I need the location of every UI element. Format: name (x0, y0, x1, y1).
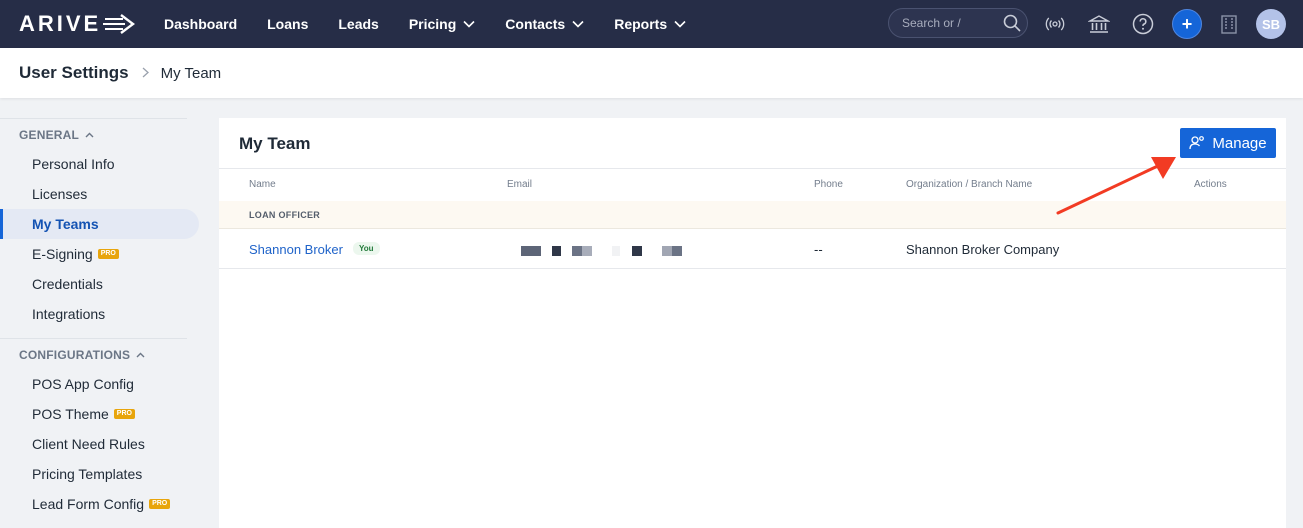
plus-icon: + (1181, 13, 1193, 34)
sidebar-item-label: Lead Form Config (32, 496, 145, 512)
sidebar-item-credentials[interactable]: Credentials (0, 269, 199, 299)
broadcast-icon[interactable] (1043, 12, 1067, 36)
breadcrumb-separator (142, 66, 149, 81)
global-search[interactable] (888, 8, 1028, 38)
breadcrumb-root[interactable]: User Settings (19, 63, 129, 83)
redacted-email (521, 246, 682, 256)
manage-button[interactable]: Manage (1180, 128, 1276, 158)
you-badge: You (353, 242, 380, 255)
user-avatar[interactable]: SB (1256, 9, 1286, 39)
column-header-organization[interactable]: Organization / Branch Name (906, 179, 1032, 190)
member-phone: -- (814, 242, 823, 257)
nav-leads-label: Leads (338, 16, 379, 32)
logo-text: ARIVE (19, 11, 102, 36)
sidebar-item-client-need-rules[interactable]: Client Need Rules (0, 429, 199, 459)
section-configurations-label: CONFIGURATIONS (19, 348, 131, 362)
sidebar-item-label: Client Need Rules (32, 436, 145, 452)
sidebar-item-label: POS Theme (32, 406, 109, 422)
breadcrumb-current: My Team (160, 64, 222, 82)
section-general-toggle[interactable]: GENERAL (19, 128, 94, 142)
column-header-name[interactable]: Name (249, 179, 276, 190)
search-input[interactable] (902, 16, 1002, 30)
nav-pricing-label: Pricing (408, 16, 457, 32)
building-icon[interactable] (1217, 12, 1241, 36)
nav-reports[interactable]: Reports (614, 16, 686, 32)
bank-icon[interactable] (1087, 12, 1111, 36)
sidebar-divider (0, 338, 187, 339)
help-icon[interactable] (1131, 12, 1155, 36)
breadcrumb: User Settings My Team (0, 48, 1303, 98)
sidebar-item-label: Personal Info (32, 156, 115, 172)
manage-button-label: Manage (1212, 134, 1267, 152)
sidebar-item-label: Pricing Templates (32, 466, 143, 482)
user-settings-icon (1189, 136, 1205, 150)
nav-loans[interactable]: Loans (267, 16, 308, 32)
member-name-link[interactable]: Shannon Broker (249, 242, 343, 257)
member-organization: Shannon Broker Company (906, 242, 1060, 257)
nav-loans-label: Loans (267, 16, 309, 32)
column-header-actions: Actions (1194, 179, 1227, 190)
sidebar-item-label: POS App Config (32, 376, 134, 392)
chevron-down-icon (572, 20, 584, 28)
column-header-email[interactable]: Email (507, 179, 532, 190)
nav-contacts[interactable]: Contacts (505, 16, 584, 32)
nav-contacts-label: Contacts (505, 16, 566, 32)
table-row: Shannon Broker You -- Shannon Broker Com… (219, 229, 1286, 269)
sidebar-item-label: My Teams (32, 216, 99, 232)
pro-badge: PRO (97, 249, 119, 259)
section-general-label: GENERAL (19, 128, 80, 142)
sidebar-item-label: Licenses (32, 186, 88, 202)
search-icon[interactable] (1003, 14, 1021, 32)
top-nav-bar: ARIVE Dashboard Loans Leads Pricing Cont… (0, 0, 1303, 48)
chevron-up-icon (136, 352, 145, 358)
column-header-phone[interactable]: Phone (814, 179, 843, 190)
settings-sidebar: GENERAL Personal Info Licenses My Teams … (0, 118, 205, 528)
arive-logo[interactable]: ARIVE (19, 11, 140, 37)
create-new-button[interactable]: + (1172, 9, 1202, 39)
main-nav: Dashboard Loans Leads Pricing Contacts R… (164, 0, 716, 48)
sidebar-item-integrations[interactable]: Integrations (0, 299, 199, 329)
logo-arrow-icon (103, 14, 136, 34)
page-title: My Team (239, 134, 311, 153)
sidebar-item-pricing-templates[interactable]: Pricing Templates (0, 459, 199, 489)
chevron-right-icon (142, 67, 149, 77)
chevron-up-icon (85, 132, 94, 138)
sidebar-item-licenses[interactable]: Licenses (0, 179, 199, 209)
annotation-arrow-icon (1056, 157, 1176, 215)
nav-leads[interactable]: Leads (338, 16, 378, 32)
section-configurations-toggle[interactable]: CONFIGURATIONS (19, 348, 145, 362)
chevron-down-icon (463, 20, 475, 28)
sidebar-item-my-teams[interactable]: My Teams (0, 209, 199, 239)
nav-pricing[interactable]: Pricing (409, 16, 475, 32)
sidebar-divider (0, 118, 187, 119)
pro-badge: PRO (149, 499, 171, 509)
nav-reports-label: Reports (614, 16, 668, 32)
nav-dashboard-label: Dashboard (164, 16, 238, 32)
pro-badge: PRO (113, 409, 135, 419)
sidebar-item-label: Credentials (32, 276, 103, 292)
nav-dashboard[interactable]: Dashboard (164, 16, 237, 32)
sidebar-item-personal-info[interactable]: Personal Info (0, 149, 199, 179)
group-label: LOAN OFFICER (249, 210, 321, 220)
sidebar-item-e-signing[interactable]: E-Signing PRO (0, 239, 199, 269)
sidebar-item-pos-app-config[interactable]: POS App Config (0, 369, 199, 399)
avatar-initials: SB (1261, 16, 1281, 32)
sidebar-item-lead-form-config[interactable]: Lead Form Config PRO (0, 489, 199, 519)
sidebar-item-label: E-Signing (32, 246, 93, 262)
sidebar-item-label: Integrations (32, 306, 106, 322)
sidebar-item-pos-theme[interactable]: POS Theme PRO (0, 399, 199, 429)
chevron-down-icon (674, 20, 686, 28)
